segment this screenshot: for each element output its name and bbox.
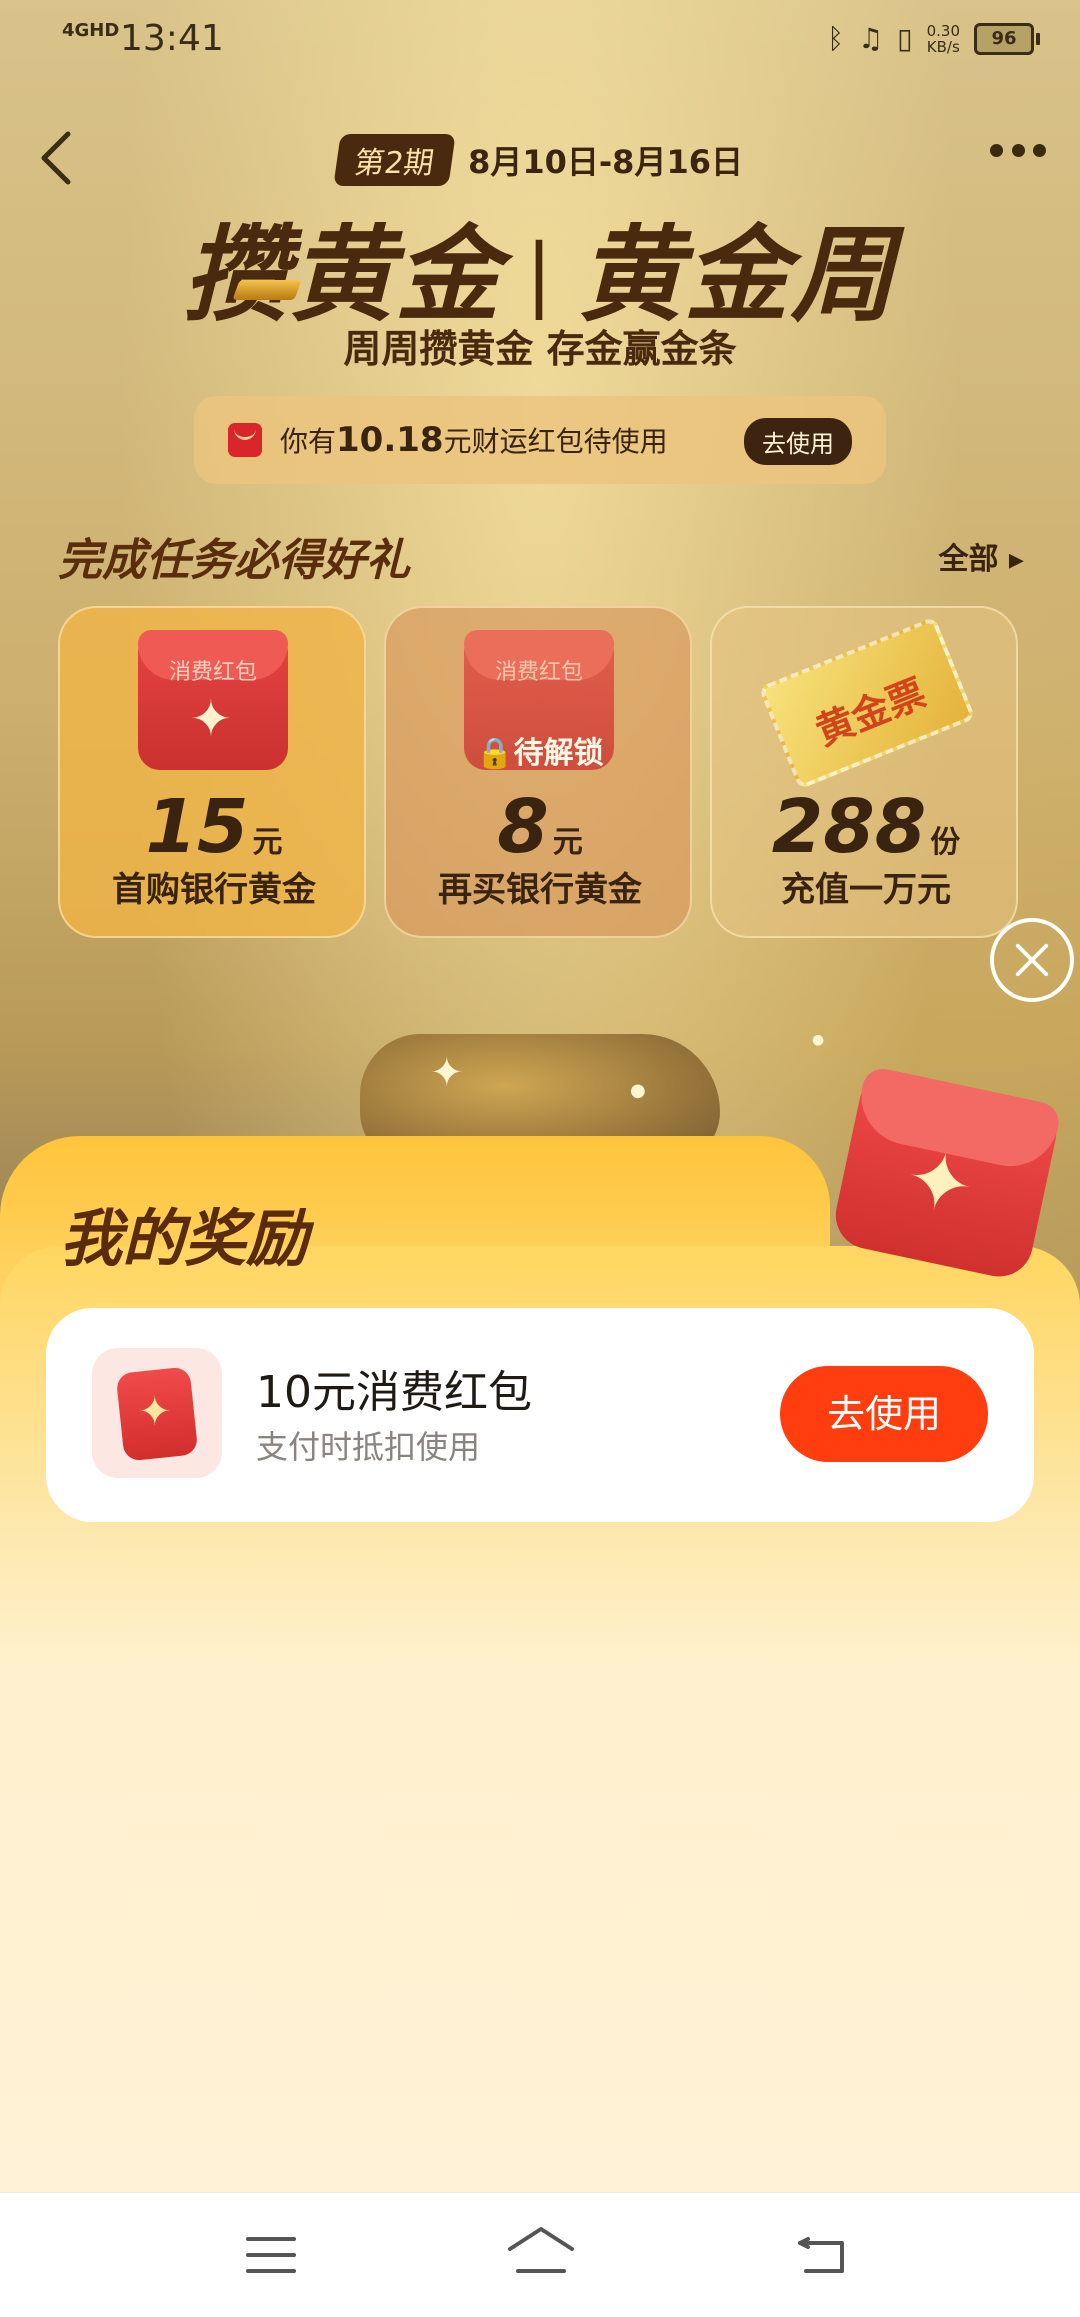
status-bar: 4GHD 13:41 ᛒ ♫ ▯ 0.30 KB/s 96	[0, 0, 1080, 80]
ticket-label: 黄金票	[809, 670, 932, 755]
banner-prefix: 你有	[280, 425, 337, 458]
card-desc: 充值一万元	[781, 870, 951, 910]
gold-bar-decoration	[232, 280, 302, 300]
bluetooth-icon: ᛒ	[827, 22, 845, 55]
headphones-icon: ♫	[858, 22, 884, 55]
close-icon[interactable]	[990, 918, 1074, 1002]
star-icon: ✦	[138, 1389, 172, 1435]
menu-icon[interactable]	[246, 2237, 296, 2277]
red-envelope-banner[interactable]: 你有10.18元财运红包待使用 去使用	[194, 396, 886, 484]
task-card-recharge[interactable]: 黄金票 288 份 充值一万元	[710, 606, 1018, 938]
banner-suffix: 元财运红包待使用	[443, 425, 668, 458]
star-icon: ✦	[897, 1129, 983, 1235]
period-badge: 第2期	[333, 134, 456, 186]
vibrate-icon: ▯	[897, 22, 913, 55]
reward-name: 10元消费红包	[256, 1367, 532, 1418]
sparkle-icon: ●	[630, 1080, 646, 1101]
sparkle-icon: ✦	[430, 1050, 464, 1096]
red-envelope-icon	[228, 423, 262, 457]
card-value-number: 288	[771, 784, 927, 870]
card-value-unit: 份	[930, 825, 961, 860]
menu-line	[246, 2237, 296, 2241]
lock-label: 待解锁	[513, 736, 604, 771]
lock-icon: 🔒	[476, 736, 514, 771]
tasks-all-label: 全部	[938, 542, 999, 577]
hero-subtitle: 周周攒黄金 存金赢金条	[343, 327, 737, 371]
card-value: 288 份	[712, 784, 1020, 870]
hero-title-separator: |	[525, 227, 555, 320]
tasks-title: 完成任务必得好礼	[58, 535, 410, 586]
status-icons: ᛒ ♫ ▯ 0.30 KB/s 96	[827, 22, 1040, 55]
red-envelope-icon: ✦	[92, 1348, 222, 1478]
network-speed: 0.30 KB/s	[927, 23, 960, 55]
menu-line	[246, 2253, 296, 2257]
card-badge: 消费红包	[494, 660, 583, 685]
chevron-right-icon: ▸	[998, 542, 1024, 577]
banner-amount: 10.18	[336, 420, 444, 460]
task-card-first-purchase[interactable]: 消费红包 ✦ 15 元 首购银行黄金	[58, 606, 366, 938]
card-value-number: 8	[497, 784, 549, 870]
star-icon: ✦	[190, 690, 232, 748]
battery-tip	[1036, 32, 1040, 45]
battery-icon: 96	[974, 22, 1040, 55]
card-value-number: 15	[145, 784, 249, 870]
sparkle-icon: ●	[812, 1032, 825, 1048]
speed-unit: KB/s	[926, 37, 960, 56]
reward-item: ✦ 10元消费红包 支付时抵扣使用 去使用	[46, 1308, 1034, 1522]
tasks-all-link[interactable]: 全部 ▸	[938, 534, 1024, 578]
sheet-title: 我的奖励	[60, 1202, 309, 1275]
card-desc: 首购银行黄金	[112, 870, 316, 910]
speed-value: 0.30	[926, 21, 960, 40]
card-badge: 消费红包	[168, 660, 257, 685]
lock-row: 🔒待解锁	[386, 728, 694, 772]
nav-back-icon[interactable]	[796, 2233, 848, 2277]
system-nav-bar	[0, 2192, 1080, 2317]
card-value: 8元	[386, 784, 694, 870]
task-card-repurchase[interactable]: 消费红包 🔒待解锁 8元 再买银行黄金	[384, 606, 692, 938]
period-row: 第2期 8月10日-8月16日	[0, 134, 1080, 186]
reward-desc: 支付时抵扣使用	[256, 1428, 481, 1466]
home-icon-svg	[508, 2227, 574, 2273]
card-value: 15 元	[60, 784, 368, 870]
gold-ticket-icon: 黄金票	[758, 616, 976, 790]
banner-use-button[interactable]: 去使用	[744, 418, 852, 465]
period-dates: 8月10日-8月16日	[468, 143, 743, 181]
menu-line	[246, 2269, 296, 2273]
network-indicator: 4GHD	[62, 20, 120, 41]
card-value-unit: 元	[552, 825, 583, 860]
card-desc: 再买银行黄金	[438, 870, 642, 910]
battery-level: 96	[974, 22, 1034, 55]
card-value-unit: 元	[252, 825, 283, 860]
status-time: 13:41	[120, 18, 224, 59]
banner-text: 你有10.18元财运红包待使用	[280, 420, 668, 460]
red-envelope-icon: 消费红包 ✦	[138, 630, 288, 770]
home-icon[interactable]	[506, 2223, 576, 2283]
nav-back-icon-svg	[798, 2237, 844, 2273]
reward-use-button[interactable]: 去使用	[780, 1366, 988, 1462]
rewards-sheet: ✦ 我的奖励 ✦ 10元消费红包 支付时抵扣使用 去使用	[0, 1065, 1080, 2192]
